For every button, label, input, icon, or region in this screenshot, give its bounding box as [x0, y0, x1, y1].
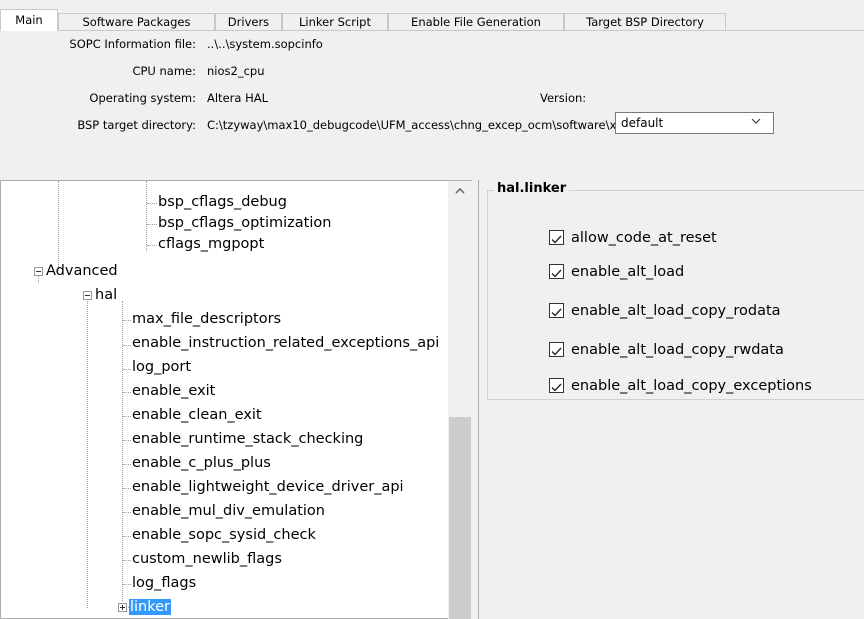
version-label: Version: — [540, 91, 587, 105]
tree-guide-line — [58, 181, 59, 271]
chevron-down-icon — [751, 118, 761, 124]
tab-main[interactable]: Main — [0, 9, 58, 31]
tree-connector — [123, 536, 131, 537]
tree-connector — [123, 392, 131, 393]
tree-item-log-port[interactable]: log_port — [132, 357, 191, 377]
checkbox[interactable] — [549, 303, 564, 318]
tree-connector — [123, 560, 131, 561]
scroll-up-arrow-icon[interactable] — [448, 181, 472, 201]
sopc-label: SOPC Information file: — [69, 37, 196, 51]
bsp-info-panel: SOPC Information file: ..\..\system.sopc… — [0, 31, 864, 171]
tree-guide-line — [87, 298, 88, 608]
checkmark-icon — [551, 383, 562, 392]
tree-connector — [147, 203, 157, 204]
tree-item-hal[interactable]: hal — [95, 285, 117, 305]
tree-guide-line — [122, 301, 123, 601]
tree-item-cflags-mgpopt[interactable]: cflags_mgpopt — [158, 234, 264, 254]
os-row: Operating system: Altera HAL Version: — [0, 88, 864, 108]
tree-connector — [123, 512, 131, 513]
cpu-value: nios2_cpu — [207, 64, 265, 78]
settings-tree[interactable]: bsp_cflags_debug bsp_cflags_optimization… — [0, 180, 478, 619]
tree-connector — [123, 464, 131, 465]
scrollbar-thumb[interactable] — [449, 417, 471, 619]
tree-item-enable-clean-exit[interactable]: enable_clean_exit — [132, 405, 262, 425]
sopc-value: ..\..\system.sopcinfo — [207, 37, 323, 51]
tree-scrollbar[interactable] — [448, 181, 472, 619]
tree-item-enable-instruction-related-exceptions[interactable]: enable_instruction_related_exceptions_ap… — [132, 333, 449, 353]
tree-item-custom-newlib-flags[interactable]: custom_newlib_flags — [132, 549, 282, 569]
sopc-row: SOPC Information file: ..\..\system.sopc… — [0, 34, 864, 54]
tree-connector — [123, 345, 131, 346]
tree-connector — [123, 488, 131, 489]
hal-linker-group — [487, 190, 864, 400]
cpu-row: CPU name: nios2_cpu — [0, 61, 864, 81]
tree-connector — [123, 416, 131, 417]
checkmark-icon — [551, 269, 562, 278]
checkbox-label: enable_alt_load_copy_rwdata — [571, 342, 784, 358]
version-value: default — [621, 116, 664, 130]
tree-item-enable-c-plus-plus[interactable]: enable_c_plus_plus — [132, 453, 271, 473]
checkbox[interactable] — [549, 342, 564, 357]
tab-target-bsp-directory[interactable]: Target BSP Directory — [564, 13, 726, 31]
tree-connector — [123, 584, 131, 585]
cpu-label: CPU name: — [132, 64, 196, 78]
checkbox[interactable] — [549, 378, 564, 393]
expand-icon[interactable] — [118, 603, 127, 612]
checkbox-label: enable_alt_load_copy_exceptions — [571, 378, 812, 394]
checkbox-label: allow_code_at_reset — [571, 230, 717, 246]
collapse-icon[interactable] — [83, 291, 92, 300]
collapse-icon[interactable] — [34, 267, 43, 276]
checkmark-icon — [551, 308, 562, 317]
checkmark-icon — [551, 235, 562, 244]
tree-guide-line — [146, 181, 147, 251]
group-title: hal.linker — [494, 180, 570, 198]
tree-connector — [123, 320, 131, 321]
tree-item-bsp-cflags-optimization[interactable]: bsp_cflags_optimization — [158, 213, 331, 233]
tree-connector — [123, 369, 131, 370]
checkbox[interactable] — [549, 230, 564, 245]
tab-bar: Main Software Packages Drivers Linker Sc… — [0, 0, 864, 31]
tree-item-enable-runtime-stack-checking[interactable]: enable_runtime_stack_checking — [132, 429, 363, 449]
checkbox[interactable] — [549, 264, 564, 279]
tree-item-linker[interactable]: linker — [129, 597, 172, 617]
tree-item-enable-sopc-sysid-check[interactable]: enable_sopc_sysid_check — [132, 525, 316, 545]
tree-item-enable-exit[interactable]: enable_exit — [132, 381, 215, 401]
tree-item-log-flags[interactable]: log_flags — [132, 573, 196, 593]
tree-connector — [147, 224, 157, 225]
tree-item-enable-mul-div-emulation[interactable]: enable_mul_div_emulation — [132, 501, 325, 521]
os-label: Operating system: — [89, 91, 196, 105]
tree-item-max-file-descriptors[interactable]: max_file_descriptors — [132, 309, 281, 329]
tree-item-enable-lightweight-device-driver-api[interactable]: enable_lightweight_device_driver_api — [132, 477, 404, 497]
version-select[interactable]: default — [615, 112, 774, 134]
os-value: Altera HAL — [207, 91, 268, 105]
checkbox-label: enable_alt_load_copy_rodata — [571, 303, 781, 319]
checkmark-icon — [551, 347, 562, 356]
tree-connector — [147, 245, 157, 246]
checkbox-label: enable_alt_load — [571, 264, 685, 280]
tree-item-bsp-cflags-debug[interactable]: bsp_cflags_debug — [158, 192, 287, 212]
tree-item-advanced[interactable]: Advanced — [46, 261, 118, 281]
tab-enable-file-generation[interactable]: Enable File Generation — [388, 13, 564, 31]
bsp-dir-label: BSP target directory: — [77, 118, 196, 132]
tab-linker-script[interactable]: Linker Script — [282, 13, 388, 31]
tab-drivers[interactable]: Drivers — [215, 13, 282, 31]
tree-connector — [123, 440, 131, 441]
tab-software-packages[interactable]: Software Packages — [58, 13, 215, 31]
